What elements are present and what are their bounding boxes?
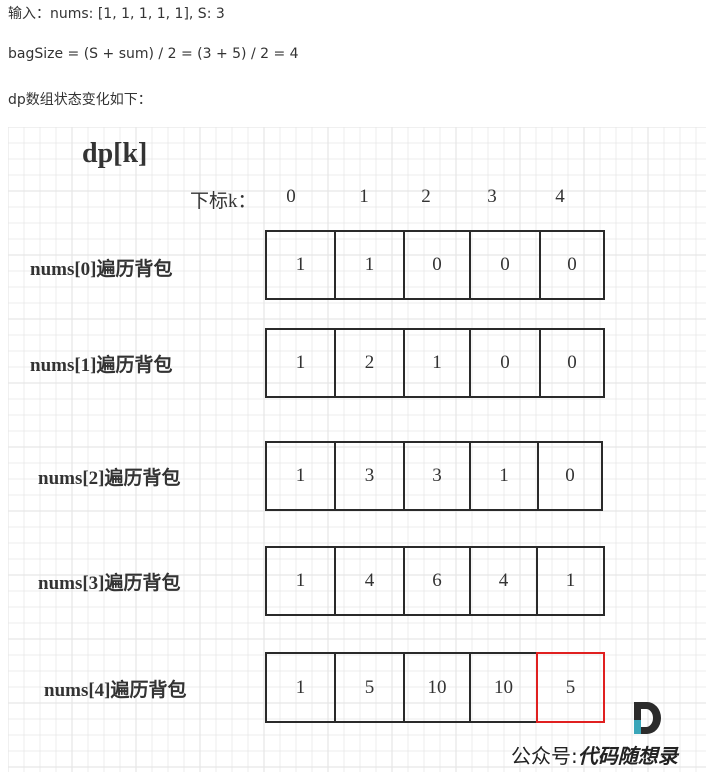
dp-cell-r0-c2: 0 — [403, 230, 471, 300]
dp-cell-r4-c3: 10 — [469, 652, 538, 723]
dp-cell-r1-c2: 1 — [403, 328, 471, 398]
dp-cell-r1-c4: 0 — [539, 328, 605, 398]
logo-d-icon — [634, 702, 661, 734]
watermark: 公众号:代码随想录 — [511, 740, 678, 769]
row-label-3: nums[3]遍历背包 — [38, 573, 181, 594]
index-0: 0 — [286, 186, 296, 207]
dp-cell-r1-c1: 2 — [334, 328, 405, 398]
dp-cell-r3-c3: 4 — [469, 546, 538, 616]
dp-cell-r1-c0: 1 — [265, 328, 336, 398]
figure-title: dp[k] — [82, 138, 148, 169]
row-label-0: nums[0]遍历背包 — [30, 259, 173, 280]
dp-cell-r3-c4: 1 — [536, 546, 605, 616]
dp-cell-r3-c1: 4 — [334, 546, 405, 616]
watermark-prefix: 公众号: — [511, 744, 578, 768]
index-label: 下标k： — [190, 191, 257, 212]
dp-cell-r0-c0: 1 — [265, 230, 336, 300]
input-line: 输入：nums: [1, 1, 1, 1, 1], S: 3 — [8, 6, 225, 22]
dp-cell-r1-c3: 0 — [469, 328, 541, 398]
index-4: 4 — [555, 186, 565, 207]
dp-intro-line: dp数组状态变化如下： — [8, 92, 152, 108]
dp-cell-r4-c2: 10 — [403, 652, 471, 723]
dp-cell-r3-c0: 1 — [265, 546, 336, 616]
dp-cell-r2-c4: 0 — [537, 441, 603, 511]
dp-cell-r4-c4-highlighted: 5 — [536, 652, 605, 723]
bagsize-line: bagSize = (S + sum) / 2 = (3 + 5) / 2 = … — [8, 46, 299, 62]
dp-cell-r4-c0: 1 — [265, 652, 336, 723]
row-label-1: nums[1]遍历背包 — [30, 355, 173, 376]
index-2: 2 — [421, 186, 431, 207]
dp-cell-r2-c3: 1 — [469, 441, 539, 511]
dp-cell-r2-c2: 3 — [403, 441, 471, 511]
dp-cell-r0-c3: 0 — [469, 230, 541, 300]
index-3: 3 — [487, 186, 497, 207]
watermark-name: 代码随想录 — [577, 744, 678, 768]
dp-cell-r2-c1: 3 — [334, 441, 405, 511]
index-1: 1 — [359, 186, 369, 207]
row-label-4: nums[4]遍历背包 — [44, 680, 187, 701]
dp-cell-r3-c2: 6 — [403, 546, 471, 616]
dp-cell-r2-c0: 1 — [265, 441, 336, 511]
dp-cell-r4-c1: 5 — [334, 652, 405, 723]
dp-cell-r0-c4: 0 — [539, 230, 605, 300]
dp-cell-r0-c1: 1 — [334, 230, 405, 300]
row-label-2: nums[2]遍历背包 — [38, 468, 181, 489]
